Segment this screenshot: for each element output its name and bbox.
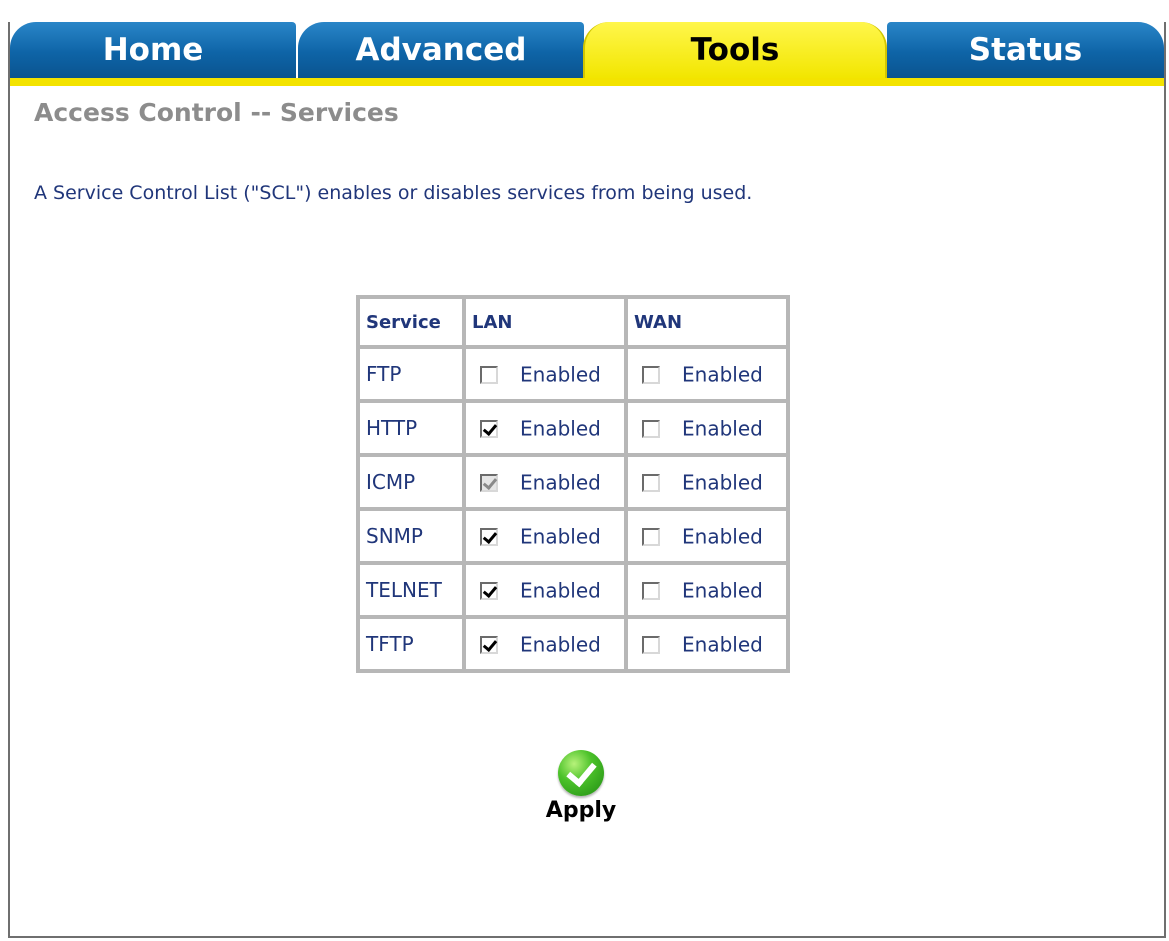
wan-cell: Enabled (626, 455, 788, 509)
lan-enabled-checkbox[interactable] (480, 365, 498, 384)
wan-enabled-checkbox[interactable] (642, 365, 660, 384)
active-tab-underline (10, 78, 1164, 86)
table-row: TFTP Enabled Enabled (358, 617, 788, 671)
lan-enabled-checkbox[interactable] (480, 527, 498, 546)
table-row: SNMP Enabled Enabled (358, 509, 788, 563)
lan-cell: Enabled (464, 509, 626, 563)
service-control-table: Service LAN WAN FTP Enabled Enabled HTTP Ena… (356, 295, 790, 673)
tab-tools[interactable]: Tools (583, 22, 887, 78)
apply-button[interactable]: Apply (544, 750, 618, 834)
lan-enabled-label: Enabled (520, 362, 601, 387)
wan-cell: Enabled (626, 509, 788, 563)
lan-cell: Enabled (464, 401, 626, 455)
wan-enabled-label: Enabled (682, 524, 763, 549)
lan-enabled-label: Enabled (520, 524, 601, 549)
table-row: TELNET Enabled Enabled (358, 563, 788, 617)
lan-enabled-checkbox[interactable] (480, 419, 498, 438)
page-description: A Service Control List ("SCL") enables o… (34, 182, 753, 204)
wan-enabled-checkbox[interactable] (642, 419, 660, 438)
service-name: ICMP (358, 455, 464, 509)
header-wan: WAN (626, 297, 788, 347)
header-service: Service (358, 297, 464, 347)
wan-cell: Enabled (626, 401, 788, 455)
lan-enabled-label: Enabled (520, 578, 601, 603)
tab-advanced[interactable]: Advanced (298, 22, 584, 78)
tab-status[interactable]: Status (887, 22, 1164, 78)
table-header-row: Service LAN WAN (358, 297, 788, 347)
service-name: TFTP (358, 617, 464, 671)
wan-enabled-label: Enabled (682, 632, 763, 657)
lan-enabled-checkbox (480, 473, 498, 492)
check-icon (558, 750, 604, 796)
lan-cell: Enabled (464, 563, 626, 617)
tab-bar: Home Advanced Tools Status (10, 22, 1164, 86)
wan-cell: Enabled (626, 617, 788, 671)
table-row: FTP Enabled Enabled (358, 347, 788, 401)
lan-enabled-label: Enabled (520, 416, 601, 441)
tab-home[interactable]: Home (10, 22, 296, 78)
wan-enabled-label: Enabled (682, 578, 763, 603)
wan-enabled-label: Enabled (682, 416, 763, 441)
wan-enabled-checkbox[interactable] (642, 581, 660, 600)
service-name: SNMP (358, 509, 464, 563)
wan-cell: Enabled (626, 563, 788, 617)
lan-cell: Enabled (464, 617, 626, 671)
lan-enabled-checkbox[interactable] (480, 581, 498, 600)
table-row: HTTP Enabled Enabled (358, 401, 788, 455)
service-name: TELNET (358, 563, 464, 617)
wan-cell: Enabled (626, 347, 788, 401)
page-title: Access Control -- Services (34, 98, 399, 127)
page-frame: Home Advanced Tools Status Access Contro… (8, 22, 1166, 938)
header-lan: LAN (464, 297, 626, 347)
lan-enabled-label: Enabled (520, 632, 601, 657)
wan-enabled-checkbox[interactable] (642, 635, 660, 654)
service-name: HTTP (358, 401, 464, 455)
wan-enabled-label: Enabled (682, 362, 763, 387)
lan-enabled-label: Enabled (520, 470, 601, 495)
wan-enabled-checkbox[interactable] (642, 473, 660, 492)
wan-enabled-checkbox[interactable] (642, 527, 660, 546)
lan-cell: Enabled (464, 347, 626, 401)
table-row: ICMP Enabled Enabled (358, 455, 788, 509)
service-name: FTP (358, 347, 464, 401)
wan-enabled-label: Enabled (682, 470, 763, 495)
lan-enabled-checkbox[interactable] (480, 635, 498, 654)
apply-label: Apply (545, 798, 617, 823)
lan-cell: Enabled (464, 455, 626, 509)
